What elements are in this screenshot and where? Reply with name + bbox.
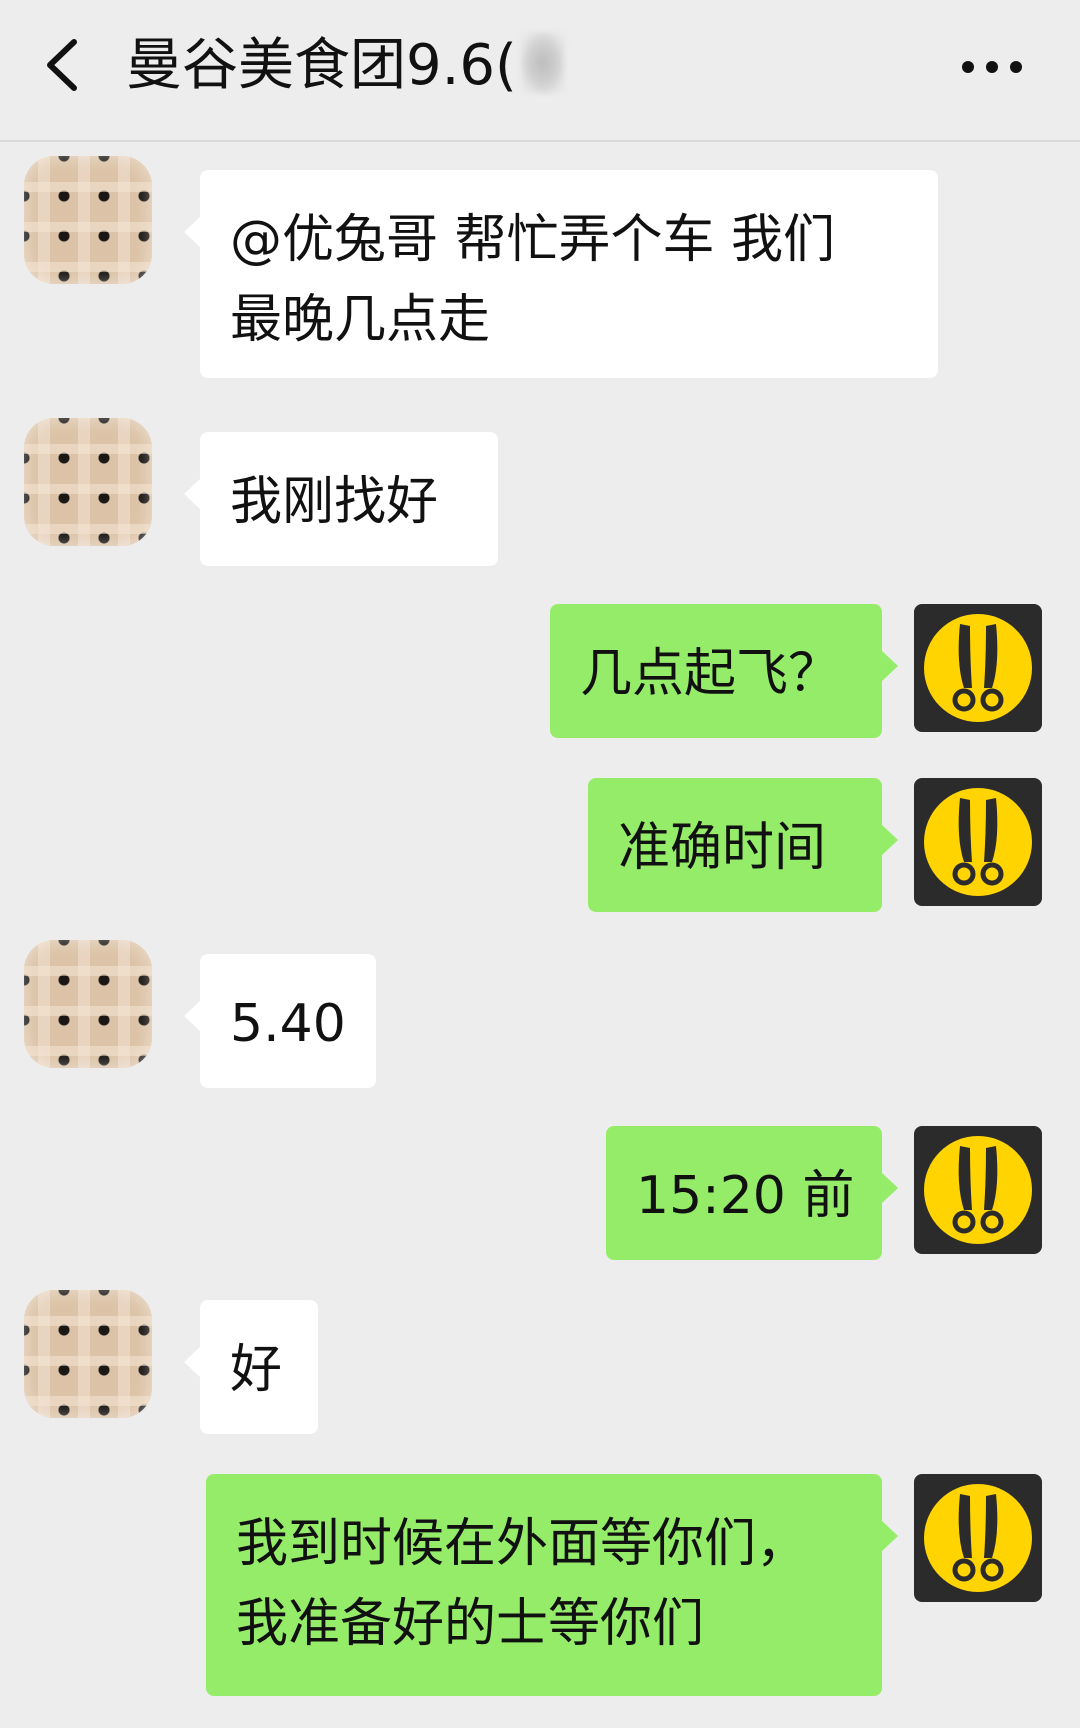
incoming-message-bubble[interactable]: @优兔哥 帮忙弄个车 我们 最晚几点走 <box>184 170 938 378</box>
message-text-line: 我刚找好 <box>230 472 439 532</box>
blurred-title-suffix <box>520 32 565 94</box>
more-options-button[interactable] <box>960 52 1024 82</box>
outgoing-message-bubble[interactable]: 我到时候在外面等你们， 我准备好的士等你们 <box>206 1474 898 1696</box>
message-text-line: 几点起飞？ <box>580 644 841 704</box>
self-avatar[interactable] <box>914 1474 1042 1602</box>
bunny-avatar-icon <box>924 614 1032 722</box>
self-avatar[interactable] <box>914 778 1042 906</box>
chat-header: 曼谷美食团9.6( <box>0 0 1080 142</box>
bunny-avatar-icon <box>924 1484 1032 1592</box>
bunny-avatar-icon <box>924 1136 1032 1244</box>
self-avatar[interactable] <box>914 1126 1042 1254</box>
chat-title-text: 曼谷美食团9.6( <box>126 33 517 98</box>
outgoing-message-bubble[interactable]: 几点起飞？ <box>550 604 898 738</box>
message-text-line: 15:20 前 <box>636 1166 855 1226</box>
chevron-left-icon <box>47 39 77 91</box>
bunny-avatar-icon <box>924 788 1032 896</box>
message-text-line: 准确时间 <box>618 818 827 878</box>
message-text-line: 我到时候在外面等你们， <box>236 1514 809 1574</box>
more-dots-icon <box>962 61 1022 73</box>
outgoing-message-bubble[interactable]: 15:20 前 <box>606 1126 898 1260</box>
back-button[interactable] <box>38 30 98 100</box>
incoming-message-bubble[interactable]: 5.40 <box>184 954 376 1088</box>
chat-title: 曼谷美食团9.6( <box>126 26 565 106</box>
sender-avatar[interactable] <box>24 1290 152 1418</box>
message-text-line: @优兔哥 帮忙弄个车 我们 <box>230 210 836 270</box>
self-avatar[interactable] <box>914 604 1042 732</box>
sender-avatar[interactable] <box>24 940 152 1068</box>
message-text-line: 我准备好的士等你们 <box>236 1594 705 1654</box>
sender-avatar[interactable] <box>24 156 152 284</box>
outgoing-message-bubble[interactable]: 准确时间 <box>588 778 898 912</box>
incoming-message-bubble[interactable]: 好 <box>184 1300 318 1434</box>
sender-avatar[interactable] <box>24 418 152 546</box>
incoming-message-bubble[interactable]: 我刚找好 <box>184 432 498 566</box>
message-text-line: 5.40 <box>230 994 346 1054</box>
message-text-line: 好 <box>230 1340 283 1400</box>
message-text-line: 最晚几点走 <box>230 290 491 350</box>
